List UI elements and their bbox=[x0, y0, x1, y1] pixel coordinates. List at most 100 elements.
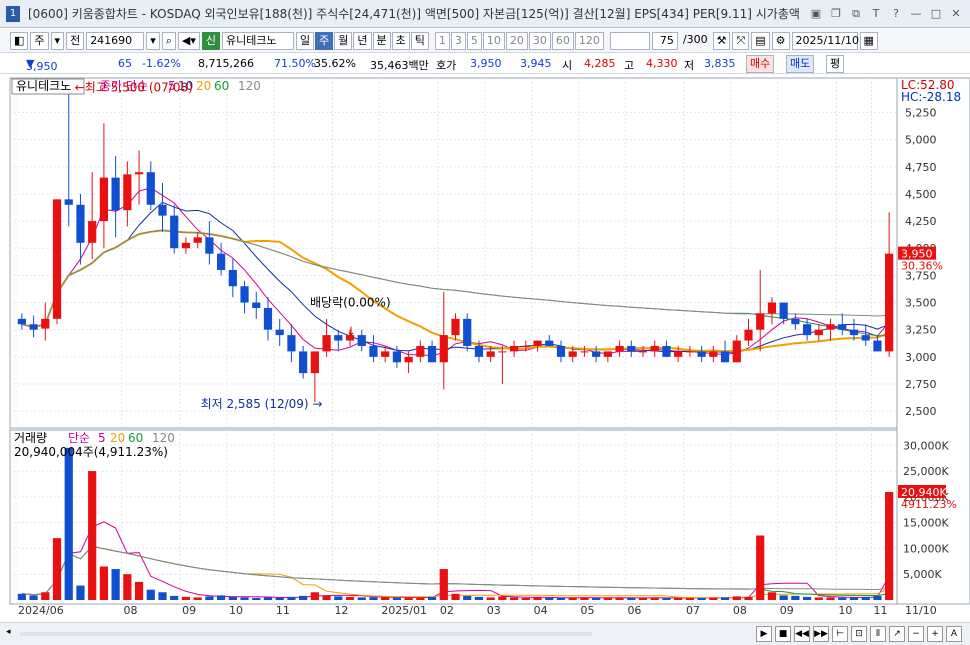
layout-icon[interactable]: ◧ bbox=[10, 31, 29, 50]
candle-body bbox=[146, 172, 155, 205]
x-axis-label: 2024/06 bbox=[18, 604, 64, 617]
scroll-left-icon[interactable]: ◂ bbox=[6, 627, 16, 639]
restore-icon[interactable]: □ bbox=[928, 6, 944, 22]
interval-button-3[interactable]: 3 bbox=[450, 31, 466, 50]
candle-body bbox=[392, 351, 402, 363]
volume-bar bbox=[416, 597, 425, 600]
volume-bar bbox=[615, 597, 624, 600]
volume-bar bbox=[885, 492, 894, 600]
volume-bar bbox=[568, 597, 577, 600]
volume-ma-period-20: 20 bbox=[110, 431, 125, 445]
scrollbar-track[interactable] bbox=[20, 632, 592, 636]
indicator-icon[interactable]: ⚒ bbox=[712, 31, 731, 50]
interval-button-20[interactable]: 20 bbox=[505, 31, 528, 50]
sound-icon[interactable]: ◀▾ bbox=[177, 31, 200, 50]
volume-bar bbox=[134, 581, 144, 600]
buy-button[interactable]: 매수 bbox=[746, 55, 775, 73]
sell-button[interactable]: 매도 bbox=[786, 55, 815, 73]
help-icon[interactable]: ? bbox=[888, 6, 904, 22]
period-button-1[interactable]: 주 bbox=[315, 31, 334, 50]
flat-button[interactable]: 평 bbox=[826, 55, 845, 73]
period-button-3[interactable]: 년 bbox=[353, 31, 372, 50]
credit-badge: 신 bbox=[201, 31, 220, 50]
candle-body bbox=[509, 345, 519, 352]
minimize-icon[interactable]: — bbox=[908, 6, 924, 22]
volume-bar bbox=[650, 597, 659, 600]
gear-icon[interactable]: ⚙ bbox=[771, 31, 790, 50]
link-icon[interactable]: ⧉ bbox=[848, 6, 864, 22]
period-button-0[interactable]: 일 bbox=[296, 31, 315, 50]
close-icon[interactable]: ✕ bbox=[948, 6, 964, 22]
zoom-out-icon[interactable]: − bbox=[908, 626, 924, 642]
candle-body bbox=[720, 351, 730, 363]
next-icon[interactable]: ▶ bbox=[756, 626, 772, 642]
price-ma-period-120: 120 bbox=[238, 79, 261, 93]
x-axis-label: 08 bbox=[123, 604, 137, 617]
volume-bar bbox=[287, 596, 296, 600]
period-button-4[interactable]: 분 bbox=[372, 31, 391, 50]
candle-body bbox=[439, 335, 448, 363]
zoom-fit-icon[interactable]: ⊡ bbox=[851, 626, 867, 642]
interval-button-10[interactable]: 10 bbox=[482, 31, 505, 50]
stop-icon[interactable]: ■ bbox=[775, 626, 791, 642]
candle-body bbox=[322, 335, 331, 352]
prev-button[interactable]: 전 bbox=[66, 31, 85, 50]
chart-area[interactable]: 5,2505,0004,7504,5004,2504,0003,7503,500… bbox=[0, 76, 970, 622]
save-icon[interactable]: ▤ bbox=[751, 31, 770, 50]
quote-ratio2: 35.62% bbox=[314, 57, 356, 70]
volume-bar bbox=[451, 593, 460, 600]
candle-body bbox=[427, 345, 437, 363]
volume-bar bbox=[697, 598, 706, 600]
stock-code-input[interactable]: 241690 bbox=[86, 31, 145, 50]
candle-body bbox=[252, 302, 261, 308]
interval-button-120[interactable]: 120 bbox=[574, 31, 604, 50]
bid-price: 3,945 bbox=[520, 57, 552, 70]
search-icon[interactable]: ⌕ bbox=[161, 31, 176, 50]
zoom-slider-icon[interactable]: ⊢ bbox=[832, 626, 848, 642]
volume-bar bbox=[509, 597, 519, 600]
volume-bar bbox=[627, 597, 636, 600]
hc-value: HC:-28.18 bbox=[901, 90, 961, 104]
copy-window-icon[interactable]: ❐ bbox=[828, 6, 844, 22]
code-dropdown-icon[interactable]: ▾ bbox=[146, 31, 160, 50]
candlestick-chart[interactable]: 5,2505,0004,7504,5004,2504,0003,7503,500… bbox=[0, 76, 970, 622]
volume-bar bbox=[216, 595, 226, 600]
calendar-icon[interactable]: ▦ bbox=[859, 31, 878, 50]
volume-bar bbox=[756, 535, 765, 600]
candle-body bbox=[216, 253, 226, 270]
interval-button-1[interactable]: 1 bbox=[434, 31, 450, 50]
price-y-tick: 4,250 bbox=[905, 215, 937, 228]
volume-bar bbox=[170, 595, 179, 600]
screen-number-badge: 1 bbox=[6, 5, 20, 22]
chevron-down-icon[interactable]: ▾ bbox=[50, 31, 65, 50]
trend-icon[interactable]: ↗ bbox=[889, 626, 905, 642]
fast-forward-icon[interactable]: ▶▶ bbox=[813, 626, 829, 642]
interval-button-5[interactable]: 5 bbox=[466, 31, 482, 50]
candle-body bbox=[556, 345, 566, 357]
candle-body bbox=[88, 221, 97, 243]
candle-body bbox=[814, 329, 823, 336]
volume-bar bbox=[123, 574, 132, 600]
volume-bar bbox=[334, 596, 343, 600]
type-select[interactable]: 주 bbox=[30, 31, 49, 50]
font-size-icon[interactable]: A bbox=[946, 626, 962, 642]
period-button-6[interactable]: 틱 bbox=[410, 31, 429, 50]
interval-button-60[interactable]: 60 bbox=[551, 31, 574, 50]
crosshair-icon[interactable]: ⤧ bbox=[732, 31, 750, 50]
candle-body bbox=[111, 177, 120, 211]
bars-icon[interactable]: ⦀ bbox=[870, 626, 886, 642]
candle-body bbox=[263, 307, 273, 330]
interval-select[interactable] bbox=[609, 31, 650, 50]
count-input[interactable]: 75 bbox=[651, 31, 678, 50]
price-y-tick: 4,500 bbox=[905, 188, 937, 201]
rewind-icon[interactable]: ◀◀ bbox=[794, 626, 810, 642]
period-button-2[interactable]: 월 bbox=[334, 31, 353, 50]
pin-icon[interactable]: T bbox=[868, 6, 884, 22]
volume-bar bbox=[474, 596, 484, 600]
volume-bar bbox=[744, 596, 753, 600]
period-button-5[interactable]: 초 bbox=[391, 31, 410, 50]
zoom-in-icon[interactable]: + bbox=[927, 626, 943, 642]
date-input[interactable]: 2025/11/10 bbox=[791, 31, 859, 50]
interval-button-30[interactable]: 30 bbox=[528, 31, 551, 50]
tile-icon[interactable]: ▣ bbox=[808, 6, 824, 22]
